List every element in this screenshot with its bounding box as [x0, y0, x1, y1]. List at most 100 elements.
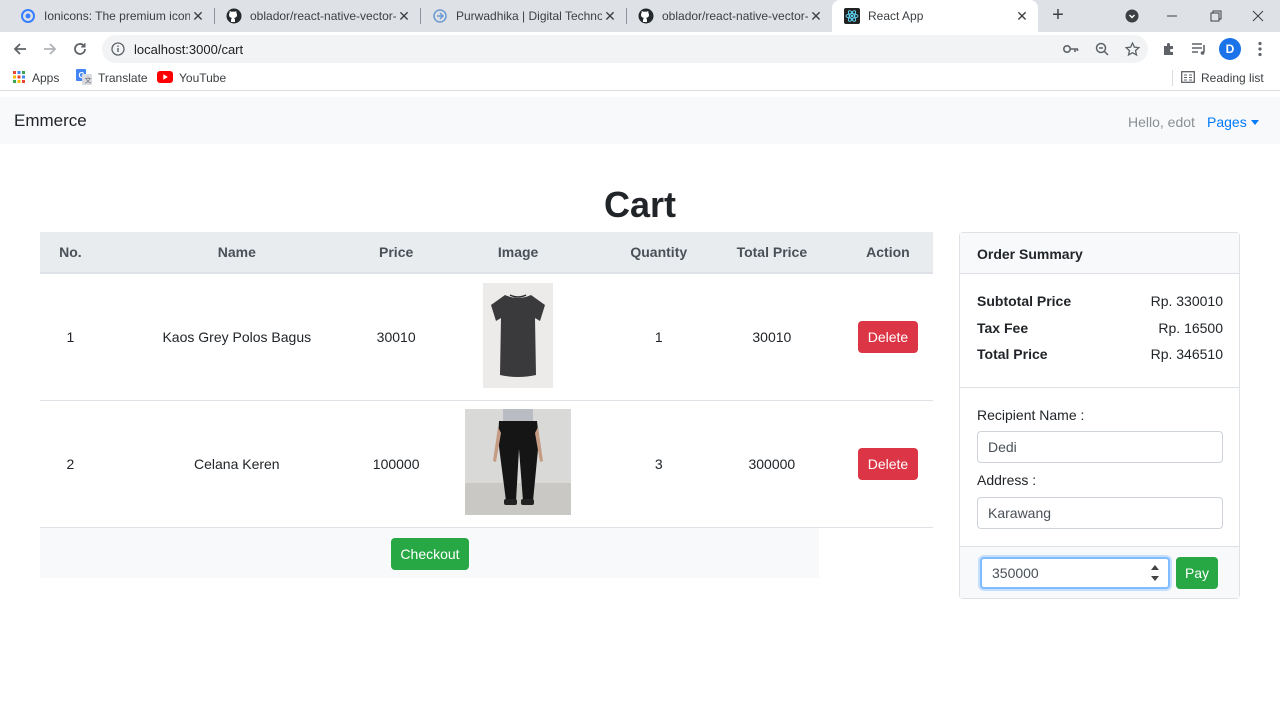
back-arrow-icon[interactable]	[8, 37, 32, 61]
product-price: 100000	[372, 400, 420, 528]
tab-title: React App	[868, 9, 924, 23]
address-input[interactable]	[977, 497, 1223, 529]
number-spinner-icon[interactable]	[1150, 565, 1160, 581]
total-label: Total Price	[977, 346, 1048, 362]
row-number: 1	[40, 273, 101, 401]
action-cell: Delete	[842, 400, 933, 528]
tab-title: oblador/react-native-vector-i	[662, 9, 808, 23]
user-greeting: Hello, edot	[1128, 114, 1195, 130]
purwadhika-icon	[432, 8, 448, 24]
delete-button[interactable]: Delete	[857, 320, 918, 353]
bookmark-star-icon[interactable]	[1124, 41, 1140, 57]
browser-tab-github-1[interactable]: oblador/react-native-vector-i ✕	[214, 0, 420, 32]
bookmark-label: YouTube	[179, 71, 227, 85]
key-icon[interactable]	[1063, 41, 1079, 57]
row-number: 2	[40, 400, 101, 528]
browser-tab-ionicons[interactable]: Ionicons: The premium icon p ✕	[8, 0, 214, 32]
product-quantity: 3	[616, 400, 701, 528]
subtotal-row: Subtotal Price Rp. 330010	[977, 293, 1223, 309]
product-price: 30010	[372, 273, 420, 401]
delete-button[interactable]: Delete	[857, 447, 918, 480]
summary-divider	[960, 387, 1239, 388]
address-label: Address :	[977, 472, 1037, 488]
column-header-quantity: Quantity	[616, 232, 701, 274]
bookmark-youtube[interactable]: YouTube	[157, 70, 226, 86]
close-icon[interactable]: ✕	[396, 8, 412, 24]
payment-amount-value: 350000	[992, 565, 1039, 581]
column-header-no: No.	[40, 232, 101, 274]
product-image-cell	[419, 273, 617, 401]
pages-dropdown-label: Pages	[1207, 114, 1247, 130]
profile-avatar[interactable]: D	[1219, 38, 1241, 60]
pay-button[interactable]: Pay	[1176, 557, 1218, 589]
close-icon[interactable]: ✕	[808, 8, 824, 24]
table-header-row: No. Name Price Image Quantity Total Pric…	[40, 232, 933, 274]
close-icon[interactable]: ✕	[190, 8, 206, 24]
restore-icon[interactable]	[1194, 0, 1238, 32]
window-close-icon[interactable]	[1236, 0, 1280, 32]
extensions-puzzle-icon[interactable]	[1157, 37, 1181, 61]
checkout-footer: Checkout	[40, 527, 819, 578]
browser-tab-react-app[interactable]: React App ✕	[832, 0, 1038, 32]
minimize-icon[interactable]	[1150, 0, 1194, 32]
github-icon	[638, 8, 654, 24]
column-header-price: Price	[372, 232, 420, 274]
black-pants-image	[465, 409, 572, 518]
column-header-total-price: Total Price	[700, 232, 843, 274]
browser-tab-github-2[interactable]: oblador/react-native-vector-i ✕	[626, 0, 832, 32]
media-queue-icon[interactable]	[1187, 37, 1211, 61]
brand-logo-text[interactable]: Emmerce	[14, 111, 87, 131]
reading-list-button[interactable]: Reading list	[1172, 70, 1264, 86]
recipient-name-label: Recipient Name :	[977, 407, 1085, 423]
column-header-action: Action	[842, 232, 933, 274]
site-info-icon[interactable]	[110, 41, 126, 57]
product-quantity: 1	[616, 273, 701, 401]
close-icon[interactable]: ✕	[602, 8, 618, 24]
recipient-name-input[interactable]	[977, 431, 1223, 463]
product-total: 30010	[700, 273, 843, 401]
product-name: Celana Keren	[100, 400, 373, 528]
translate-icon: G文	[76, 68, 92, 88]
tab-title: Ionicons: The premium icon p	[44, 9, 190, 23]
ionicons-icon	[20, 8, 36, 24]
zoom-out-icon[interactable]	[1094, 41, 1110, 57]
subtotal-value: Rp. 330010	[1150, 293, 1223, 309]
browser-tab-purwadhika[interactable]: Purwadhika | Digital Technolo ✕	[420, 0, 626, 32]
reading-list-icon	[1181, 70, 1195, 86]
tab-title: Purwadhika | Digital Technolo	[456, 9, 602, 23]
svg-text:文: 文	[85, 75, 92, 84]
product-name: Kaos Grey Polos Bagus	[100, 273, 373, 401]
reading-list-label: Reading list	[1201, 71, 1264, 85]
cart-table: No. Name Price Image Quantity Total Pric…	[40, 232, 933, 528]
close-icon[interactable]: ✕	[1014, 8, 1030, 24]
tab-search-icon[interactable]	[1110, 0, 1154, 32]
grey-tshirt-image	[483, 282, 554, 391]
page-title: Cart	[603, 184, 677, 225]
bookmark-translate[interactable]: G文 Translate	[76, 68, 148, 88]
forward-arrow-icon[interactable]	[38, 37, 62, 61]
tax-row: Tax Fee Rp. 16500	[977, 320, 1223, 336]
new-tab-plus-icon[interactable]: +	[1046, 4, 1070, 28]
youtube-icon	[157, 70, 173, 86]
table-row: 1 Kaos Grey Polos Bagus 30010 1 30010 De…	[40, 273, 933, 401]
tab-title: oblador/react-native-vector-i	[250, 9, 396, 23]
product-image-cell	[419, 400, 617, 528]
checkout-button[interactable]: Checkout	[391, 538, 469, 570]
address-bar[interactable]: localhost:3000/cart	[102, 35, 1148, 63]
payment-amount-input[interactable]: 350000	[980, 557, 1170, 589]
reload-icon[interactable]	[68, 37, 92, 61]
url-text: localhost:3000/cart	[134, 41, 244, 57]
total-value: Rp. 346510	[1150, 346, 1223, 362]
bookmark-label: Apps	[32, 71, 60, 85]
order-summary-card: Order Summary Subtotal Price Rp. 330010 …	[959, 232, 1240, 599]
payment-footer: 350000 Pay	[960, 546, 1239, 598]
github-icon	[226, 8, 242, 24]
product-total: 300000	[700, 400, 843, 528]
bookmark-apps[interactable]: Apps	[12, 70, 59, 86]
more-vertical-icon[interactable]	[1248, 37, 1272, 61]
order-summary-title: Order Summary	[960, 233, 1239, 274]
pages-dropdown[interactable]: Pages	[1207, 114, 1259, 130]
apps-grid-icon	[12, 70, 26, 87]
app-navbar: Emmerce Hello, edot Pages	[0, 97, 1280, 144]
tax-value: Rp. 16500	[1158, 320, 1223, 336]
